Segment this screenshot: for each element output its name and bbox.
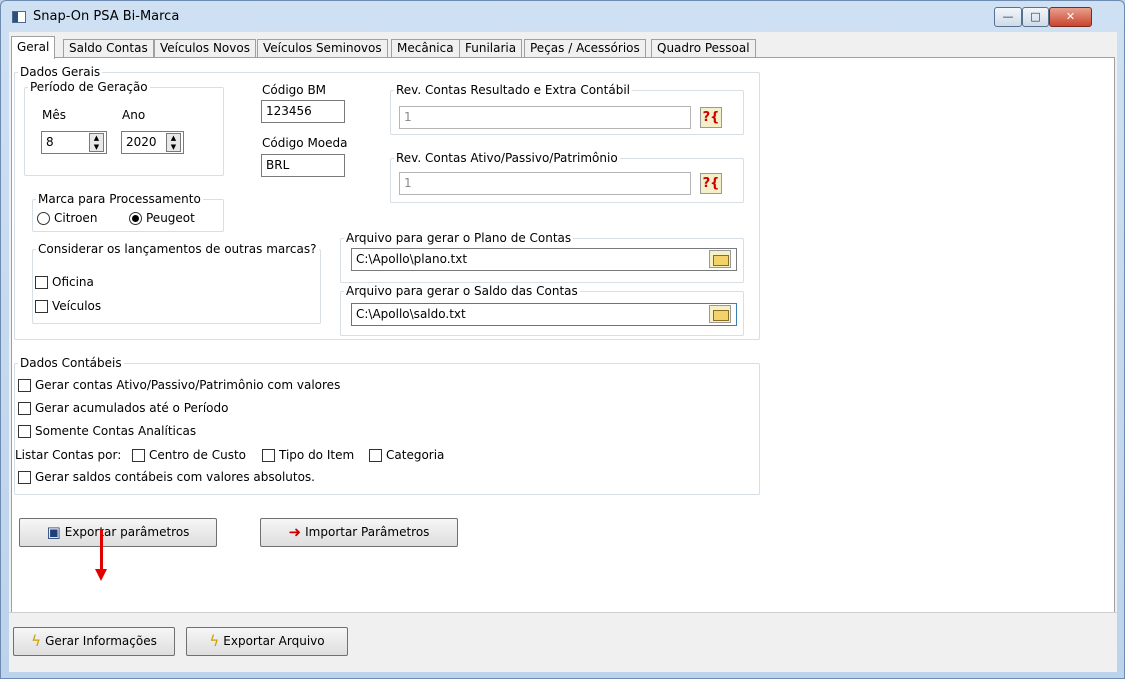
rev-ativo-legend: Rev. Contas Ativo/Passivo/Patrimônio [396,151,618,165]
codigo-moeda-input[interactable]: BRL [261,154,345,177]
folder-open-icon[interactable] [709,305,731,323]
peugeot-label[interactable]: Peugeot [146,211,195,225]
centro-custo-checkbox[interactable] [132,449,145,462]
rev-ativo-input[interactable]: 1 [399,172,691,195]
outras-marcas-legend: Considerar os lançamentos de outras marc… [38,242,317,256]
spin-up-icon[interactable]: ▲ [167,134,180,143]
arquivo-saldo-input[interactable]: C:\Apollo\saldo.txt [351,303,737,326]
client-area: Geral Saldo Contas Veículos Novos Veícul… [9,32,1117,672]
oficina-label[interactable]: Oficina [52,275,94,289]
tab-pecas-acessorios[interactable]: Peças / Acessórios [524,39,646,58]
lightning-icon: ϟ [209,632,220,650]
periodo-legend: Período de Geração [30,80,148,94]
close-button[interactable]: ✕ [1049,7,1092,27]
periodo-group: Período de Geração [24,80,224,176]
arquivo-plano-input[interactable]: C:\Apollo\plano.txt [351,248,737,271]
exportar-parametros-button[interactable]: ▣ Exportar parâmetros [19,518,217,547]
codigo-moeda-label: Código Moeda [262,136,348,150]
codigo-bm-label: Código BM [262,83,327,97]
tipo-item-checkbox[interactable] [262,449,275,462]
importar-parametros-button[interactable]: ➜ Importar Parâmetros [260,518,458,547]
ativo-passivo-checkbox[interactable] [18,379,31,392]
peugeot-radio[interactable] [129,212,142,225]
spin-up-icon[interactable]: ▲ [90,134,103,143]
analiticas-checkbox[interactable] [18,425,31,438]
lightning-icon: ϟ [31,632,42,650]
import-icon: ➜ [288,523,302,541]
dados-contabeis-legend: Dados Contábeis [20,356,122,370]
absolutos-label[interactable]: Gerar saldos contábeis com valores absol… [35,470,315,484]
exportar-arquivo-button[interactable]: ϟ Exportar Arquivo [186,627,348,656]
window-title: Snap-On PSA Bi-Marca [33,9,180,24]
arquivo-saldo-legend: Arquivo para gerar o Saldo das Contas [346,284,578,298]
gerar-informacoes-button[interactable]: ϟ Gerar Informações [13,627,175,656]
folder-open-icon[interactable] [709,250,731,268]
acumulados-label[interactable]: Gerar acumulados até o Período [35,401,228,415]
listar-contas-label: Listar Contas por: [15,448,122,462]
footer-bar: ϟ Gerar Informações ϟ Exportar Arquivo [9,612,1117,672]
tab-funilaria[interactable]: Funilaria [459,39,523,58]
tipo-item-label[interactable]: Tipo do Item [279,448,354,462]
mes-label: Mês [42,108,66,122]
tab-panel-geral: Dados Gerais Período de Geração Mês 8 ▲ ▼… [11,57,1115,636]
rev-resultado-legend: Rev. Contas Resultado e Extra Contábil [396,83,630,97]
oficina-checkbox[interactable] [35,276,48,289]
maximize-button[interactable]: □ [1022,7,1049,27]
dados-gerais-legend: Dados Gerais [20,65,101,79]
acumulados-checkbox[interactable] [18,402,31,415]
tab-mecanica[interactable]: Mecânica [391,39,460,58]
veiculos-checkbox[interactable] [35,300,48,313]
veiculos-label[interactable]: Veículos [52,299,101,313]
annotation-arrow-line [100,529,103,571]
categoria-label[interactable]: Categoria [386,448,444,462]
minimize-button[interactable]: — [994,7,1022,27]
tab-veiculos-novos[interactable]: Veículos Novos [154,39,256,58]
rev-ativo-help-button[interactable]: ?{ [700,173,722,194]
exportar-parametros-label: Exportar parâmetros [64,525,190,539]
annotation-arrow-icon [95,569,107,581]
application-window: Snap-On PSA Bi-Marca — □ ✕ Geral Saldo C… [0,0,1125,679]
codigo-bm-input[interactable]: 123456 [261,100,345,123]
mes-spinner[interactable]: ▲ ▼ [89,133,104,152]
tab-geral[interactable]: Geral [11,36,56,59]
title-bar[interactable]: Snap-On PSA Bi-Marca — □ ✕ [1,1,1124,31]
ativo-passivo-label[interactable]: Gerar contas Ativo/Passivo/Patrimônio co… [35,378,340,392]
app-icon [12,11,26,23]
exportar-arquivo-label: Exportar Arquivo [223,634,325,648]
citroen-radio[interactable] [37,212,50,225]
gerar-informacoes-label: Gerar Informações [45,634,157,648]
spin-down-icon[interactable]: ▼ [167,143,180,152]
marca-legend: Marca para Processamento [38,192,201,206]
arquivo-plano-legend: Arquivo para gerar o Plano de Contas [346,231,572,245]
rev-resultado-input[interactable]: 1 [399,106,691,129]
rev-resultado-help-button[interactable]: ?{ [700,107,722,128]
tab-veiculos-seminovos[interactable]: Veículos Seminovos [257,39,388,58]
absolutos-checkbox[interactable] [18,471,31,484]
tab-saldo-contas[interactable]: Saldo Contas [63,39,154,58]
spin-down-icon[interactable]: ▼ [90,143,103,152]
save-icon: ▣ [46,523,61,541]
categoria-checkbox[interactable] [369,449,382,462]
citroen-label[interactable]: Citroen [54,211,97,225]
tab-strip: Geral Saldo Contas Veículos Novos Veícul… [11,36,1111,59]
centro-custo-label[interactable]: Centro de Custo [149,448,246,462]
importar-parametros-label: Importar Parâmetros [305,525,430,539]
ano-spinner[interactable]: ▲ ▼ [166,133,181,152]
analiticas-label[interactable]: Somente Contas Analíticas [35,424,196,438]
ano-label: Ano [122,108,146,122]
tab-quadro-pessoal[interactable]: Quadro Pessoal [651,39,756,58]
